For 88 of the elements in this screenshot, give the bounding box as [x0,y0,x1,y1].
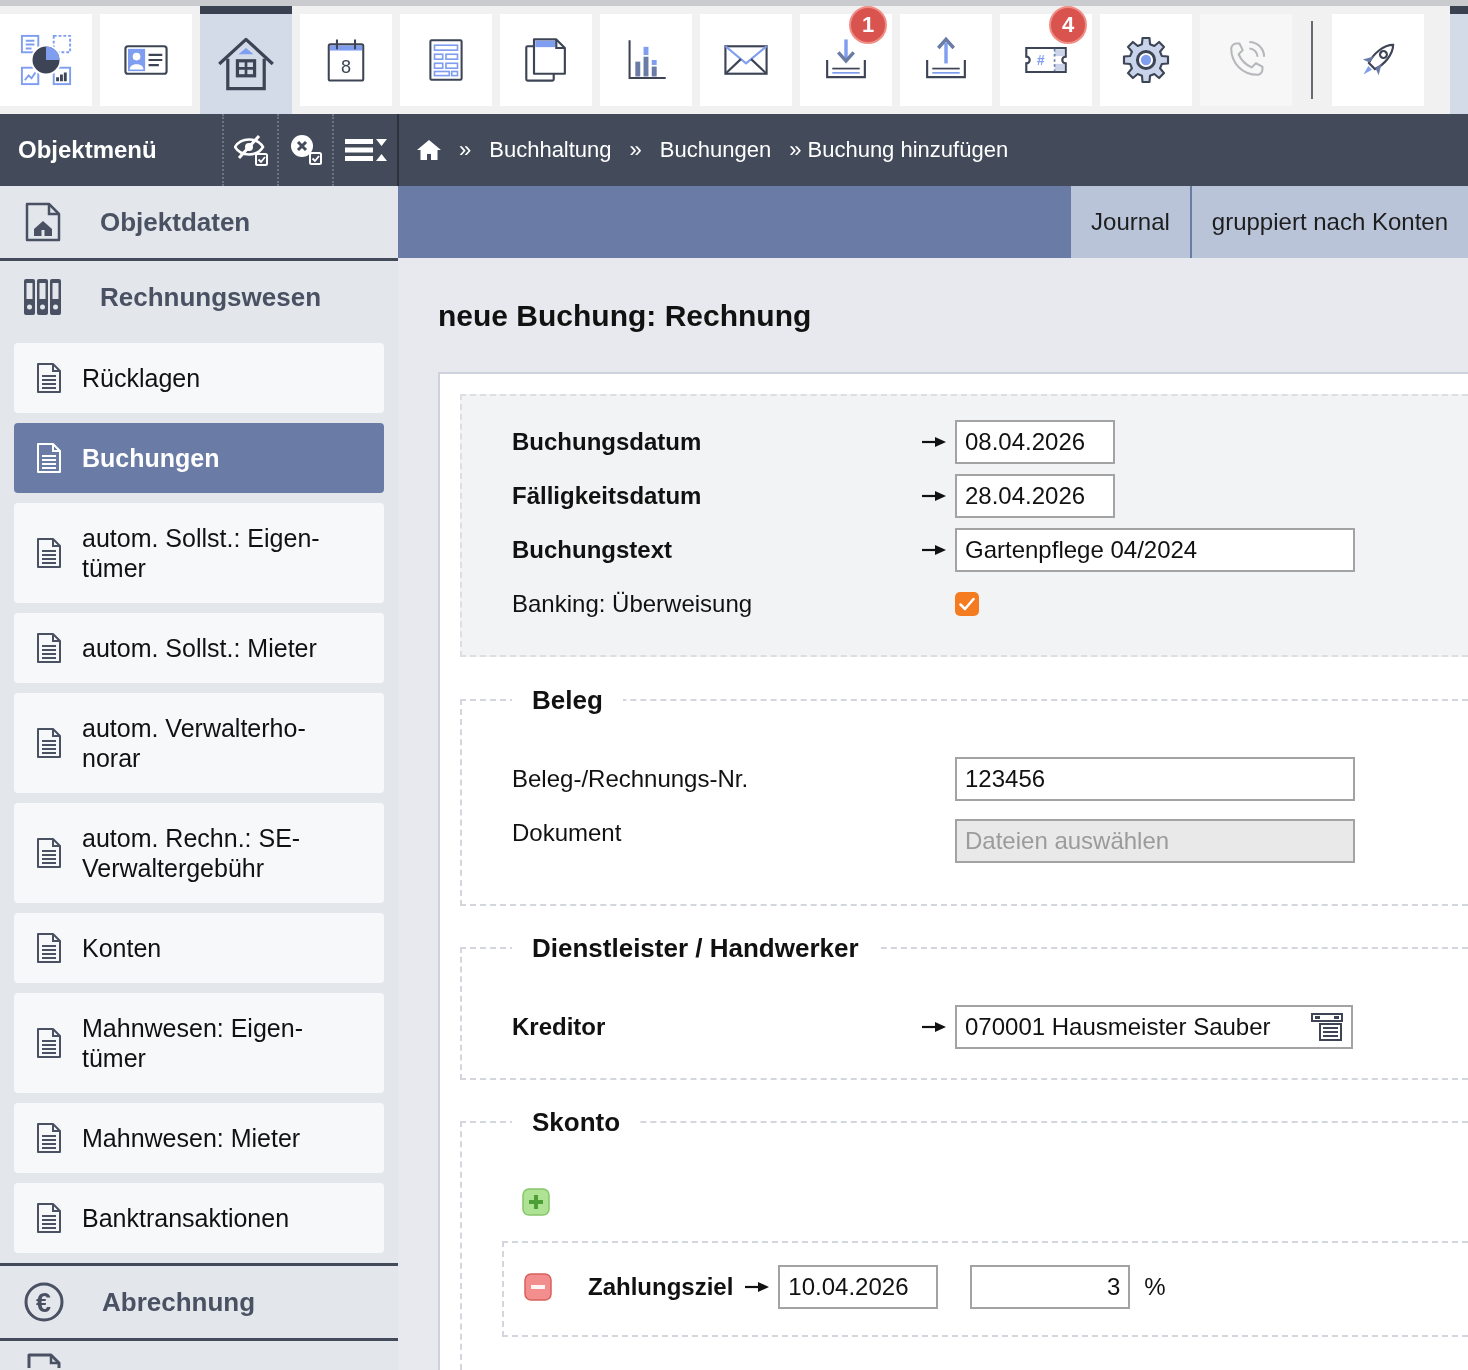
binders-icon [24,279,62,315]
tab[interactable]: Journal [1071,186,1190,258]
document-icon [36,1203,62,1233]
nav-item[interactable]: Buchungen [14,423,384,493]
section-legend: Beleg [512,685,623,715]
document-icon [36,538,62,568]
nav-item[interactable]: autom. Sollst.: Mieter [14,613,384,683]
breadcrumb-separator: » [459,137,472,163]
document-icon [36,363,62,393]
page-title: neue Buchung: Rechnung [438,298,813,334]
toolbar-button[interactable] [1332,14,1424,106]
nav-item[interactable]: autom. Verwalterho-norar [14,693,384,793]
lookup-field[interactable]: 070001 Hausmeister Sauber [955,1005,1353,1049]
breadcrumb-link[interactable]: Buchhaltung [489,137,612,163]
breadcrumb-separator: » [629,137,642,163]
field-label: Buchungstext [512,536,672,564]
toolbar-button[interactable] [200,6,292,114]
close-circle-icon [289,134,322,166]
tab[interactable]: gruppiert nach Konten [1191,186,1468,258]
notification-badge: 4 [1049,6,1087,44]
toolbar-button[interactable]: # 4 [1000,6,1092,106]
field-label: Beleg-/Rechnungs-Nr. [512,765,749,793]
toolbar-button[interactable] [700,14,792,106]
document-icon [36,728,62,758]
arrow-right-icon [922,489,946,503]
breadcrumb-link[interactable]: Buchungen [659,137,772,163]
toolbar-button[interactable] [1450,6,1468,114]
accordion-header[interactable]: Objektdaten [0,186,398,258]
document-icon [36,1123,62,1153]
field-label: Kreditor [512,1013,606,1041]
notification-badge: 1 [849,6,887,44]
toolbar-button[interactable] [600,14,692,106]
house-document-icon [24,202,62,242]
field-label: Fälligkeitsdatum [512,482,702,510]
toolbar-button[interactable] [0,14,92,106]
section-legend: Dienstleister / Handwerker [512,933,879,963]
toolbar-button[interactable] [1100,14,1192,106]
text-field[interactable]: Gartenpflege 04/2024 [955,528,1355,572]
document-icon [36,838,62,868]
document-icon [36,1028,62,1058]
arrow-right-icon [922,543,946,557]
add-button[interactable] [522,1188,550,1216]
document-icon [36,933,62,963]
percent-field[interactable]: 3 [970,1265,1131,1309]
nav-item[interactable]: Mahnwesen: Eigen-tümer [14,993,384,1093]
list-icon[interactable] [1311,1013,1343,1041]
date-field[interactable]: 08.04.2026 [955,420,1115,464]
accordion-header[interactable]: € Abrechnung [0,1266,398,1338]
checkbox[interactable] [955,592,979,616]
breadcrumb-current: » Buchung hinzufügen [789,137,1009,163]
nav-item[interactable]: Konten [14,913,384,983]
unit-label: % [1144,1273,1166,1301]
minus-icon [524,1273,552,1301]
settings-icon [1122,36,1170,84]
text-field[interactable]: 123456 [955,757,1355,801]
nav-item[interactable]: Rücklagen [14,343,384,413]
arrow-right-icon [922,435,946,449]
date-field[interactable]: 28.04.2026 [955,474,1115,518]
toolbar-button[interactable] [500,14,592,106]
remove-button[interactable] [524,1273,552,1301]
eye-slash-icon [233,134,268,166]
nav-item[interactable]: autom. Rechn.: SE-Verwaltergebühr [14,803,384,903]
euro-icon: € [24,1282,64,1322]
field-label: Banking: Überweisung [512,590,753,618]
checkmark-icon [959,597,975,611]
dashboard-icon [19,33,73,87]
nav-item[interactable]: autom. Sollst.: Eigen-tümer [14,503,384,603]
plus-icon [522,1188,550,1216]
toolbar-button[interactable]: 8 [300,14,392,106]
nav-item[interactable]: Banktransaktionen [14,1183,384,1253]
arrow-right-icon [922,1020,946,1034]
toolbar-button[interactable] [400,14,492,106]
toolbar-button[interactable] [900,14,992,106]
field-label: Buchungsdatum [512,428,702,456]
section-legend: Skonto [512,1107,641,1137]
accordion-header[interactable]: Rechnungswesen [0,261,398,333]
list-collapse-icon [344,137,387,163]
nav-item[interactable]: Mahnwesen: Mieter [14,1103,384,1173]
field-label: Zahlungsziel [588,1273,734,1301]
document-icon [36,633,62,663]
date-field[interactable]: 10.04.2026 [778,1265,939,1309]
toolbar-button[interactable] [100,14,192,106]
menu-title: Objektmenü [18,136,157,164]
toolbar-button[interactable]: 1 [800,6,892,106]
document-icon [36,443,62,473]
home-icon[interactable] [417,139,441,161]
field-label: Dokument [512,819,622,847]
arrow-right-icon [745,1280,770,1294]
